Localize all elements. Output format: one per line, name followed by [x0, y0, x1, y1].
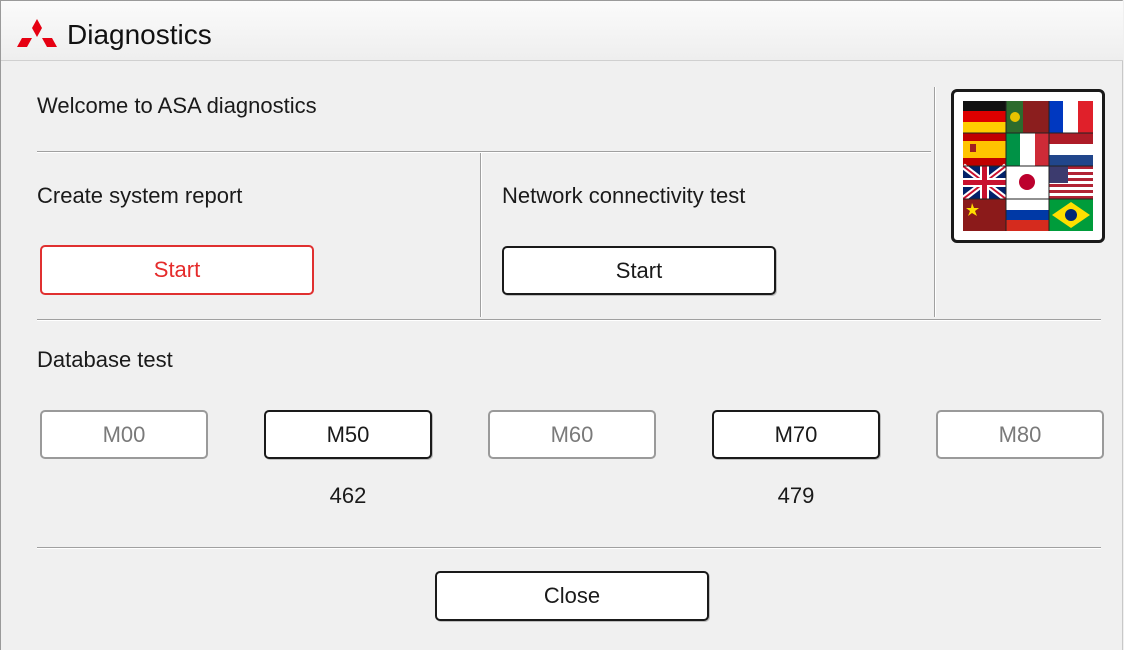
welcome-text: Welcome to ASA diagnostics — [37, 93, 317, 118]
network-test-start-button[interactable]: Start — [502, 246, 776, 295]
divider-middle — [37, 319, 1101, 321]
language-flags-icon — [963, 101, 1093, 231]
divider-top — [37, 151, 931, 153]
language-select-button[interactable] — [951, 89, 1105, 243]
divider-bottom — [37, 547, 1101, 549]
window-title: Diagnostics — [67, 19, 212, 50]
database-m00-button[interactable]: M00 — [40, 410, 208, 459]
mitsubishi-logo-icon — [17, 19, 57, 47]
system-report-label: Create system report — [37, 183, 243, 208]
database-m70-button[interactable]: M70 — [712, 410, 880, 459]
database-test-label: Database test — [37, 347, 173, 372]
database-m60-button[interactable]: M60 — [488, 410, 656, 459]
diagnostics-window: Diagnostics Welcome to ASA diagnostics C… — [0, 0, 1123, 650]
divider-vertical-2 — [934, 87, 936, 317]
database-m80-button[interactable]: M80 — [936, 410, 1104, 459]
system-report-start-button[interactable]: Start — [40, 245, 314, 295]
database-m70-count: 479 — [777, 483, 815, 508]
title-bar: Diagnostics — [1, 1, 1123, 61]
divider-vertical-1 — [480, 153, 482, 317]
database-m50-count: 462 — [329, 483, 367, 508]
network-test-label: Network connectivity test — [502, 183, 746, 208]
close-button[interactable]: Close — [435, 571, 709, 621]
database-m50-button[interactable]: M50 — [264, 410, 432, 459]
